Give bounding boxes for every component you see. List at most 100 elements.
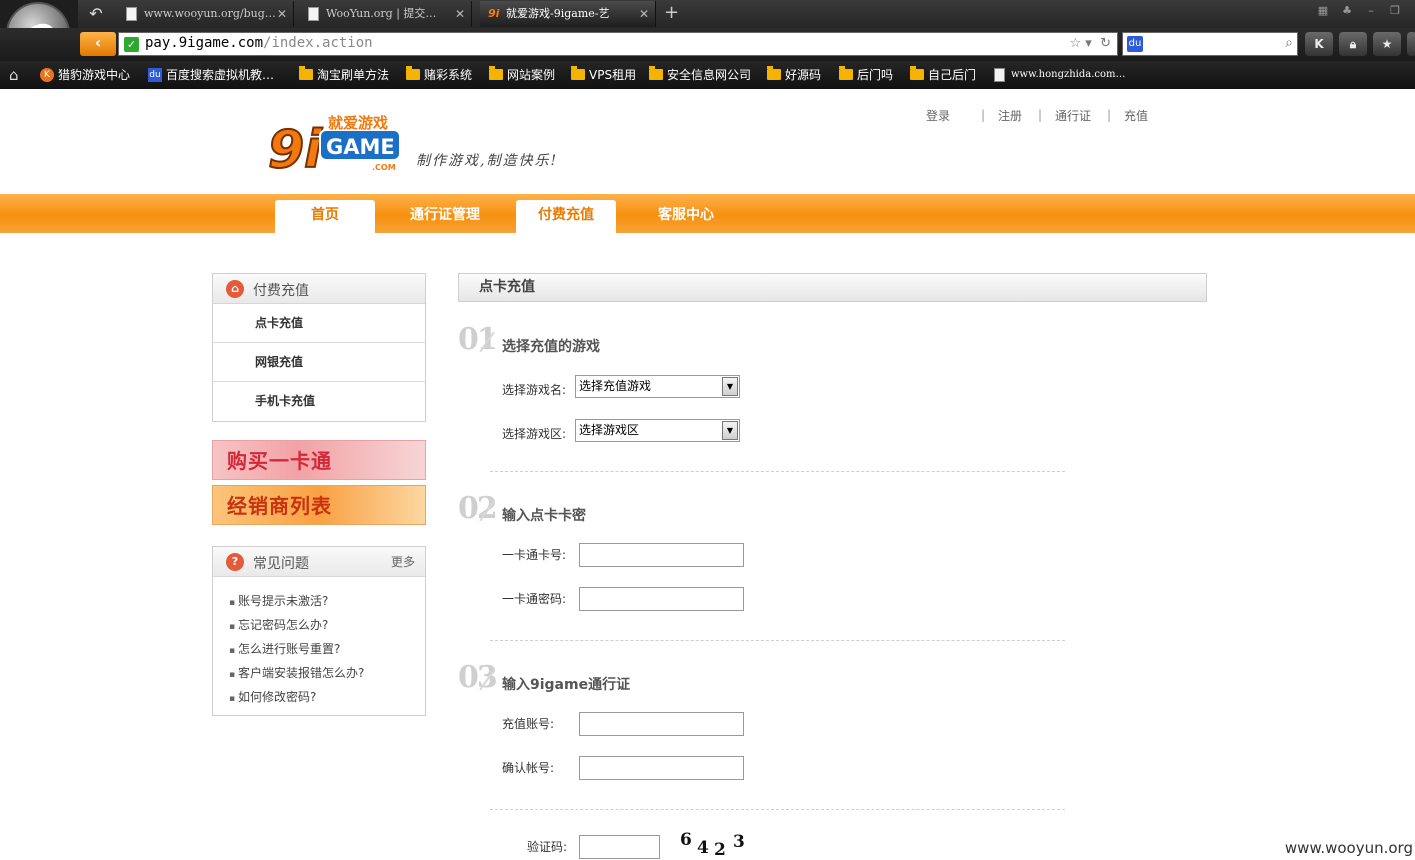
url-path: /index.action: [263, 35, 373, 51]
faq-item[interactable]: 账号提示未激活?: [229, 589, 425, 613]
folder-icon: [910, 69, 924, 80]
faq-item[interactable]: 客户端安装报错怎么办?: [229, 661, 425, 685]
watermark: www.wooyun.org: [1285, 839, 1413, 857]
captcha-image[interactable]: 6 4 2 3: [676, 830, 748, 860]
back-button[interactable]: ‹: [80, 32, 116, 56]
bookmark-label: 猎豹游戏中心: [58, 68, 130, 82]
dropdown-arrow-icon[interactable]: ▼: [722, 421, 738, 440]
buy-card-banner[interactable]: 购买一卡通: [212, 440, 426, 480]
bookmark-folder[interactable]: 网站案例: [489, 61, 555, 89]
cheetah-game-icon: K: [40, 68, 54, 82]
dropdown-arrow-icon[interactable]: ▼: [722, 377, 738, 396]
faq-item[interactable]: 如何修改密码?: [229, 685, 425, 709]
tab-wooyun-submit[interactable]: WooYun.org | 提交… ✕: [300, 1, 472, 27]
search-box[interactable]: du ⌕: [1122, 32, 1298, 56]
recharge-link[interactable]: 充值: [1124, 107, 1148, 124]
grid-icon[interactable]: ▦: [1311, 4, 1335, 17]
k-button[interactable]: K: [1305, 32, 1333, 56]
card-password-input[interactable]: [579, 587, 744, 611]
search-icon[interactable]: ⌕: [1285, 35, 1293, 51]
dealer-list-banner[interactable]: 经销商列表: [212, 485, 426, 525]
page-icon: [308, 7, 319, 21]
folder-icon: [839, 69, 853, 80]
sidebar-item-bank-recharge[interactable]: 网银充值: [213, 343, 425, 382]
baidu-paw-icon[interactable]: du: [1127, 36, 1143, 52]
zone-select[interactable]: 选择游戏区 ▼: [575, 419, 740, 442]
sidebar-item-card-recharge[interactable]: 点卡充值: [213, 304, 425, 343]
bookmark-item[interactable]: www.hongzhida.com…: [993, 61, 1126, 89]
bookmark-folder[interactable]: VPS租用: [571, 61, 636, 89]
bookmark-folder[interactable]: 好源码: [767, 61, 821, 89]
link-separator: |: [981, 108, 985, 122]
tab-wooyun-bug[interactable]: www.wooyun.org/bug… ✕: [118, 1, 294, 27]
url-text[interactable]: pay.9igame.com/index.action: [145, 35, 373, 51]
address-bar[interactable]: ✓ pay.9igame.com/index.action ☆ ▾ ↻: [118, 32, 1118, 56]
new-tab-icon[interactable]: +: [664, 3, 679, 23]
bookmark-folder[interactable]: 淘宝刷单方法: [299, 61, 389, 89]
card-password-label: 一卡通密码:: [502, 590, 566, 607]
nav-paid-recharge[interactable]: 付费充值: [516, 200, 616, 233]
section-divider: [490, 471, 1065, 472]
restore-icon[interactable]: ❐: [1383, 4, 1407, 17]
bookmark-folder[interactable]: 后门吗: [839, 61, 893, 89]
nav-home[interactable]: 首页: [275, 200, 375, 233]
bookmark-folder[interactable]: 赌彩系统: [406, 61, 472, 89]
nav-passport-manage[interactable]: 通行证管理: [395, 200, 495, 233]
game-zone-label: 选择游戏区:: [502, 425, 566, 442]
step-number: 03: [458, 660, 496, 695]
bookmark-item[interactable]: du百度搜索虚拟机教…: [148, 61, 274, 89]
faq-more-link[interactable]: 更多: [391, 553, 415, 570]
captcha-input[interactable]: [579, 835, 660, 859]
close-tab-icon[interactable]: ✕: [277, 1, 287, 27]
tab-title: 就爱游戏-9igame-艺: [506, 7, 610, 20]
game-select[interactable]: 选择充值游戏 ▼: [575, 375, 740, 398]
bookmark-item[interactable]: K 猎豹游戏中心: [40, 61, 130, 89]
confirm-account-input[interactable]: [579, 756, 744, 780]
minimize-icon[interactable]: –: [1359, 4, 1383, 17]
address-bar-icons: ☆ ▾ ↻: [1070, 36, 1112, 51]
refresh-icon[interactable]: ↻: [1100, 36, 1111, 51]
favorites-star-icon[interactable]: ★: [1373, 32, 1401, 56]
folder-icon: [649, 69, 663, 80]
extra-button[interactable]: [1407, 32, 1415, 56]
bookmark-folder[interactable]: 安全信息网公司: [649, 61, 751, 89]
lock-icon[interactable]: 🔒︎: [1339, 32, 1367, 56]
faq-item[interactable]: 怎么进行账号重置?: [229, 637, 425, 661]
9igame-logo-graphic: 9i GAME 就爱游戏 .COM: [268, 112, 408, 176]
svg-text:就爱游戏: 就爱游戏: [328, 114, 388, 132]
home-icon[interactable]: ⌂: [9, 66, 19, 84]
page-icon: [994, 68, 1005, 82]
register-link[interactable]: 注册: [998, 107, 1022, 124]
faq-title: 常见问题: [253, 553, 309, 573]
bookmark-label: 淘宝刷单方法: [317, 68, 389, 82]
login-link[interactable]: 登录: [926, 107, 950, 124]
card-number-input[interactable]: [579, 543, 744, 567]
captcha-label: 验证码:: [527, 838, 567, 855]
verified-check-icon: ✓: [124, 37, 139, 52]
bookmark-label: 安全信息网公司: [667, 68, 751, 82]
browser-chrome: ↶ www.wooyun.org/bug… ✕ WooYun.org | 提交……: [0, 0, 1415, 89]
bookmark-label: VPS租用: [589, 68, 636, 82]
9igame-favicon: 9i: [488, 1, 499, 27]
undo-close-tab-icon[interactable]: ↶: [82, 4, 110, 24]
tab-9igame[interactable]: 9i 就爱游戏-9igame-艺 ✕: [480, 1, 656, 27]
close-tab-icon[interactable]: ✕: [639, 1, 649, 27]
recharge-menu-title: 付费充值: [253, 280, 309, 300]
bookmark-label: 赌彩系统: [424, 68, 472, 82]
sidebar-item-mobile-recharge[interactable]: 手机卡充值: [213, 382, 425, 421]
recharge-account-input[interactable]: [579, 712, 744, 736]
bookmark-star-icon[interactable]: ☆: [1070, 36, 1082, 51]
skin-icon[interactable]: ♣: [1335, 4, 1359, 17]
game-name-label: 选择游戏名:: [502, 381, 566, 398]
9igame-logo[interactable]: 9i GAME 就爱游戏 .COM: [268, 112, 408, 176]
address-row: ‹ ✓ pay.9igame.com/index.action ☆ ▾ ↻ du…: [0, 28, 1415, 61]
captcha-char: 4: [697, 838, 709, 858]
passport-link[interactable]: 通行证: [1055, 107, 1091, 124]
close-tab-icon[interactable]: ✕: [455, 1, 465, 27]
nav-customer-service[interactable]: 客服中心: [636, 200, 736, 233]
link-separator: |: [1107, 108, 1111, 122]
step-number: 01: [458, 322, 496, 357]
faq-item[interactable]: 忘记密码怎么办?: [229, 613, 425, 637]
bookmark-folder[interactable]: 自己后门: [910, 61, 976, 89]
folder-icon: [571, 69, 585, 80]
